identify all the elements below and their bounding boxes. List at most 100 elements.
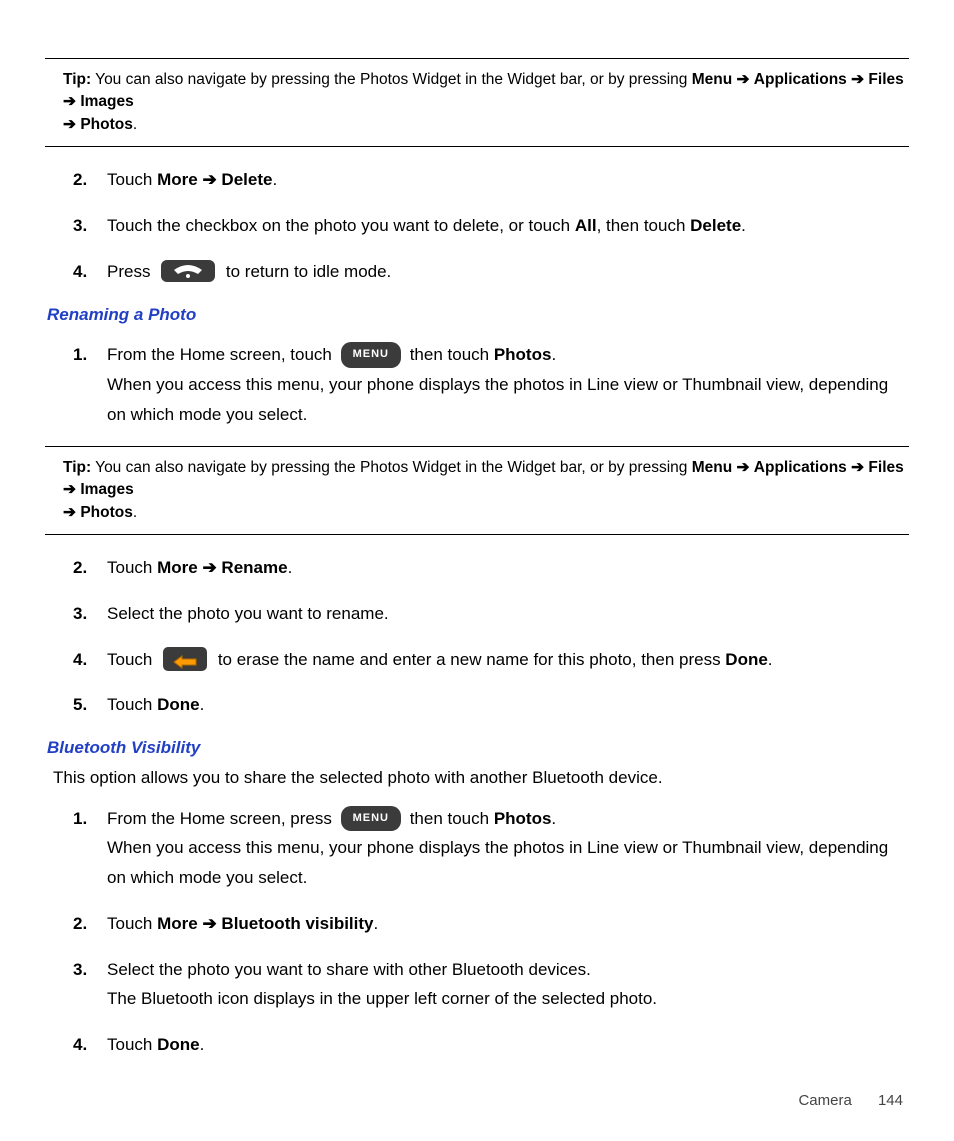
more-label: More <box>157 914 198 933</box>
tip-period: . <box>133 116 137 133</box>
step-body: Touch Done. <box>107 690 909 720</box>
tip-applications: Applications <box>754 459 847 476</box>
arrow-icon: ➔ <box>851 459 864 476</box>
text: , then touch <box>597 216 691 235</box>
photos-label: Photos <box>494 345 552 364</box>
arrow-icon: ➔ <box>198 914 222 933</box>
bt-visibility-label: Bluetooth visibility <box>221 914 373 933</box>
tip-label: Tip: <box>63 459 91 476</box>
page-footer: Camera 144 <box>45 1090 909 1111</box>
text: Touch <box>107 558 157 577</box>
tip-menu: Menu <box>692 459 732 476</box>
arrow-icon: ➔ <box>198 170 222 189</box>
step-4: 4. Touch Done. <box>73 1030 909 1060</box>
step-body: Touch More ➔ Delete. <box>107 165 909 195</box>
step-body: Select the photo you want to rename. <box>107 599 909 629</box>
done-label: Done <box>157 695 200 714</box>
tip-box-1: Tip: You can also navigate by pressing t… <box>45 58 909 147</box>
text: Touch <box>107 695 157 714</box>
text: Touch <box>107 650 157 669</box>
tip-text: You can also navigate by pressing the Ph… <box>91 71 692 88</box>
text: then touch <box>405 345 494 364</box>
text: . <box>373 914 378 933</box>
step-number: 3. <box>73 599 107 629</box>
menu-key-icon: MENU <box>341 806 401 831</box>
step-body: Press to return to idle mode. <box>107 257 909 287</box>
arrow-icon: ➔ <box>736 71 749 88</box>
text: Touch <box>107 170 157 189</box>
bluetooth-heading: Bluetooth Visibility <box>47 736 909 760</box>
step-3: 3. Select the photo you want to rename. <box>73 599 909 629</box>
text: From the Home screen, press <box>107 809 337 828</box>
tip-images: Images <box>80 93 133 110</box>
step-body: From the Home screen, touch MENU then to… <box>107 340 909 429</box>
text: When you access this menu, your phone di… <box>107 838 888 887</box>
step-2: 2. Touch More ➔ Bluetooth visibility. <box>73 909 909 939</box>
step-number: 4. <box>73 1030 107 1060</box>
tip-applications: Applications <box>754 71 847 88</box>
step-number: 5. <box>73 690 107 720</box>
step-number: 1. <box>73 340 107 370</box>
text: . <box>200 695 205 714</box>
step-1: 1. From the Home screen, touch MENU then… <box>73 340 909 429</box>
tip-label: Tip: <box>63 71 91 88</box>
text: Select the photo you want to share with … <box>107 960 591 979</box>
delete-steps: 2. Touch More ➔ Delete. 3. Touch the che… <box>73 165 909 286</box>
step-body: Touch More ➔ Rename. <box>107 553 909 583</box>
text: Select the photo you want to rename. <box>107 604 389 623</box>
tip-files: Files <box>868 71 903 88</box>
text: to erase the name and enter a new name f… <box>213 650 725 669</box>
text: . <box>200 1035 205 1054</box>
step-3: 3. Select the photo you want to share wi… <box>73 955 909 1015</box>
done-label: Done <box>157 1035 200 1054</box>
more-label: More <box>157 558 198 577</box>
text: . <box>768 650 773 669</box>
step-body: From the Home screen, press MENU then to… <box>107 804 909 893</box>
text: . <box>551 809 556 828</box>
rename-steps: 1. From the Home screen, touch MENU then… <box>73 340 909 429</box>
bluetooth-steps: 1. From the Home screen, press MENU then… <box>73 804 909 1060</box>
more-label: More <box>157 170 198 189</box>
menu-key-icon: MENU <box>341 342 401 367</box>
step-number: 2. <box>73 165 107 195</box>
step-4: 4. Press to return to idle mode. <box>73 257 909 287</box>
text: . <box>272 170 277 189</box>
text: From the Home screen, touch <box>107 345 337 364</box>
arrow-icon: ➔ <box>198 558 222 577</box>
delete-label: Delete <box>221 170 272 189</box>
text: Touch the checkbox on the photo you want… <box>107 216 575 235</box>
text: Touch <box>107 914 157 933</box>
done-label: Done <box>725 650 768 669</box>
step-number: 2. <box>73 909 107 939</box>
step-number: 4. <box>73 257 107 287</box>
page-number: 144 <box>878 1092 903 1109</box>
section-name: Camera <box>798 1092 851 1109</box>
step-3: 3. Touch the checkbox on the photo you w… <box>73 211 909 241</box>
text: When you access this menu, your phone di… <box>107 375 888 424</box>
step-number: 3. <box>73 211 107 241</box>
tip-files: Files <box>868 459 903 476</box>
photos-label: Photos <box>494 809 552 828</box>
tip-images: Images <box>80 481 133 498</box>
step-body: Touch to erase the name and enter a new … <box>107 645 909 675</box>
tip-menu: Menu <box>692 71 732 88</box>
step-2: 2. Touch More ➔ Delete. <box>73 165 909 195</box>
renaming-heading: Renaming a Photo <box>47 303 909 327</box>
text: to return to idle mode. <box>221 262 391 281</box>
step-1: 1. From the Home screen, press MENU then… <box>73 804 909 893</box>
step-number: 1. <box>73 804 107 834</box>
step-5: 5. Touch Done. <box>73 690 909 720</box>
arrow-icon: ➔ <box>63 93 76 110</box>
step-number: 3. <box>73 955 107 985</box>
all-label: All <box>575 216 597 235</box>
text: . <box>551 345 556 364</box>
delete-label: Delete <box>690 216 741 235</box>
rename-label: Rename <box>221 558 287 577</box>
text: Press <box>107 262 155 281</box>
text: The Bluetooth icon displays in the upper… <box>107 989 657 1008</box>
tip-period: . <box>133 504 137 521</box>
arrow-icon: ➔ <box>63 116 76 133</box>
step-4: 4. Touch to erase the name and enter a n… <box>73 645 909 675</box>
step-body: Touch More ➔ Bluetooth visibility. <box>107 909 909 939</box>
back-arrow-key-icon <box>163 647 207 671</box>
